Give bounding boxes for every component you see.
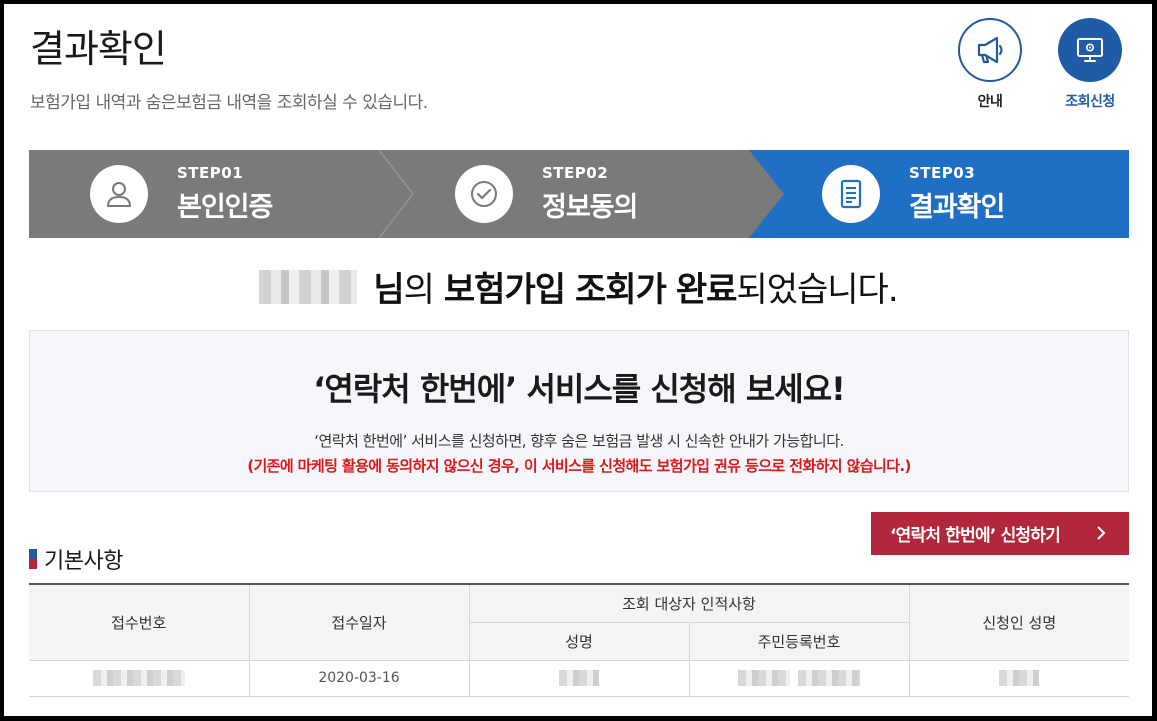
- step-2-number: STEP02: [542, 164, 609, 182]
- result-tail: 되었습니다.: [736, 270, 898, 310]
- result-particle: 의: [403, 270, 435, 310]
- cell-rrn: [688, 659, 910, 697]
- table-row: 2020-03-16: [29, 659, 1129, 697]
- result-bold-2: 조회가: [575, 270, 667, 310]
- section-title: 기본사항: [29, 543, 123, 575]
- megaphone-icon: [958, 18, 1022, 82]
- col-applicant-name: 신청인 성명: [908, 583, 1129, 661]
- step-3-name: 결과확인: [909, 192, 1005, 223]
- apply-contact-service-button[interactable]: ‘연락처 한번에’ 신청하기: [871, 512, 1129, 555]
- col-receipt-no: 접수번호: [29, 583, 250, 661]
- step-3-number: STEP03: [909, 164, 976, 182]
- page-subtitle: 보험가입 내역과 숨은보험금 내역을 조회하실 수 있습니다.: [30, 93, 428, 113]
- section-marker-icon: [29, 549, 37, 569]
- monitor-icon: [1058, 18, 1122, 82]
- step-1-number: STEP01: [177, 164, 244, 182]
- document-icon: [822, 165, 880, 223]
- col-target-info: 조회 대상자 인적사항: [468, 583, 910, 623]
- col-receipt-date: 접수일자: [248, 583, 470, 661]
- request-label: 조회신청: [1065, 94, 1115, 110]
- step-1-name: 본인인증: [177, 192, 273, 223]
- person-icon: [90, 165, 148, 223]
- cell-applicant-name: [908, 659, 1129, 697]
- basic-info-table: 접수번호 접수일자 조회 대상자 인적사항 신청인 성명 성명 주민등록번호 2…: [29, 583, 1129, 697]
- page-title: 결과확인: [30, 27, 167, 71]
- step-3: STEP03 결과확인: [822, 150, 1005, 238]
- step-2: STEP02 정보동의: [455, 150, 638, 238]
- cell-receipt-date: 2020-03-16: [248, 659, 470, 697]
- contact-service-notice: ‘연락처 한번에’ 서비스를 신청해 보세요! ‘연락처 한번에’ 서비스를 신…: [29, 330, 1129, 492]
- col-name: 성명: [469, 621, 690, 661]
- masked-user-name: [259, 269, 358, 304]
- cell-receipt-no: [29, 659, 250, 697]
- result-suffix: 님: [373, 270, 404, 310]
- guide-button[interactable]: 안내: [955, 18, 1025, 111]
- cell-name: [468, 659, 690, 697]
- chevron-right-icon: [1097, 526, 1106, 540]
- apply-button-label: ‘연락처 한번에’ 신청하기: [890, 526, 1061, 546]
- step-1: STEP01 본인인증: [90, 150, 273, 238]
- notice-title: ‘연락처 한번에’ 서비스를 신청해 보세요!: [313, 370, 846, 408]
- col-rrn: 주민등록번호: [688, 621, 909, 661]
- request-button[interactable]: 조회신청: [1055, 18, 1125, 111]
- result-message: 님 의 보험가입 조회가 완료 되었습니다.: [0, 262, 1157, 311]
- section-title-text: 기본사항: [44, 549, 123, 574]
- notice-description: ‘연락처 한번에’ 서비스를 신청하면, 향후 숨은 보험금 발생 시 신속한 …: [314, 432, 844, 450]
- step-progress: STEP01 본인인증 STEP02 정보동의 STEP03 결과확인: [29, 150, 1129, 238]
- notice-warning: (기존에 마케팅 활용에 동의하지 않으신 경우, 이 서비스를 신청해도 보험…: [247, 457, 911, 475]
- result-bold-3: 완료: [675, 270, 738, 310]
- check-circle-icon: [455, 165, 513, 223]
- guide-label: 안내: [977, 94, 1003, 110]
- step-2-name: 정보동의: [542, 192, 638, 223]
- result-bold-1: 보험가입: [443, 270, 566, 310]
